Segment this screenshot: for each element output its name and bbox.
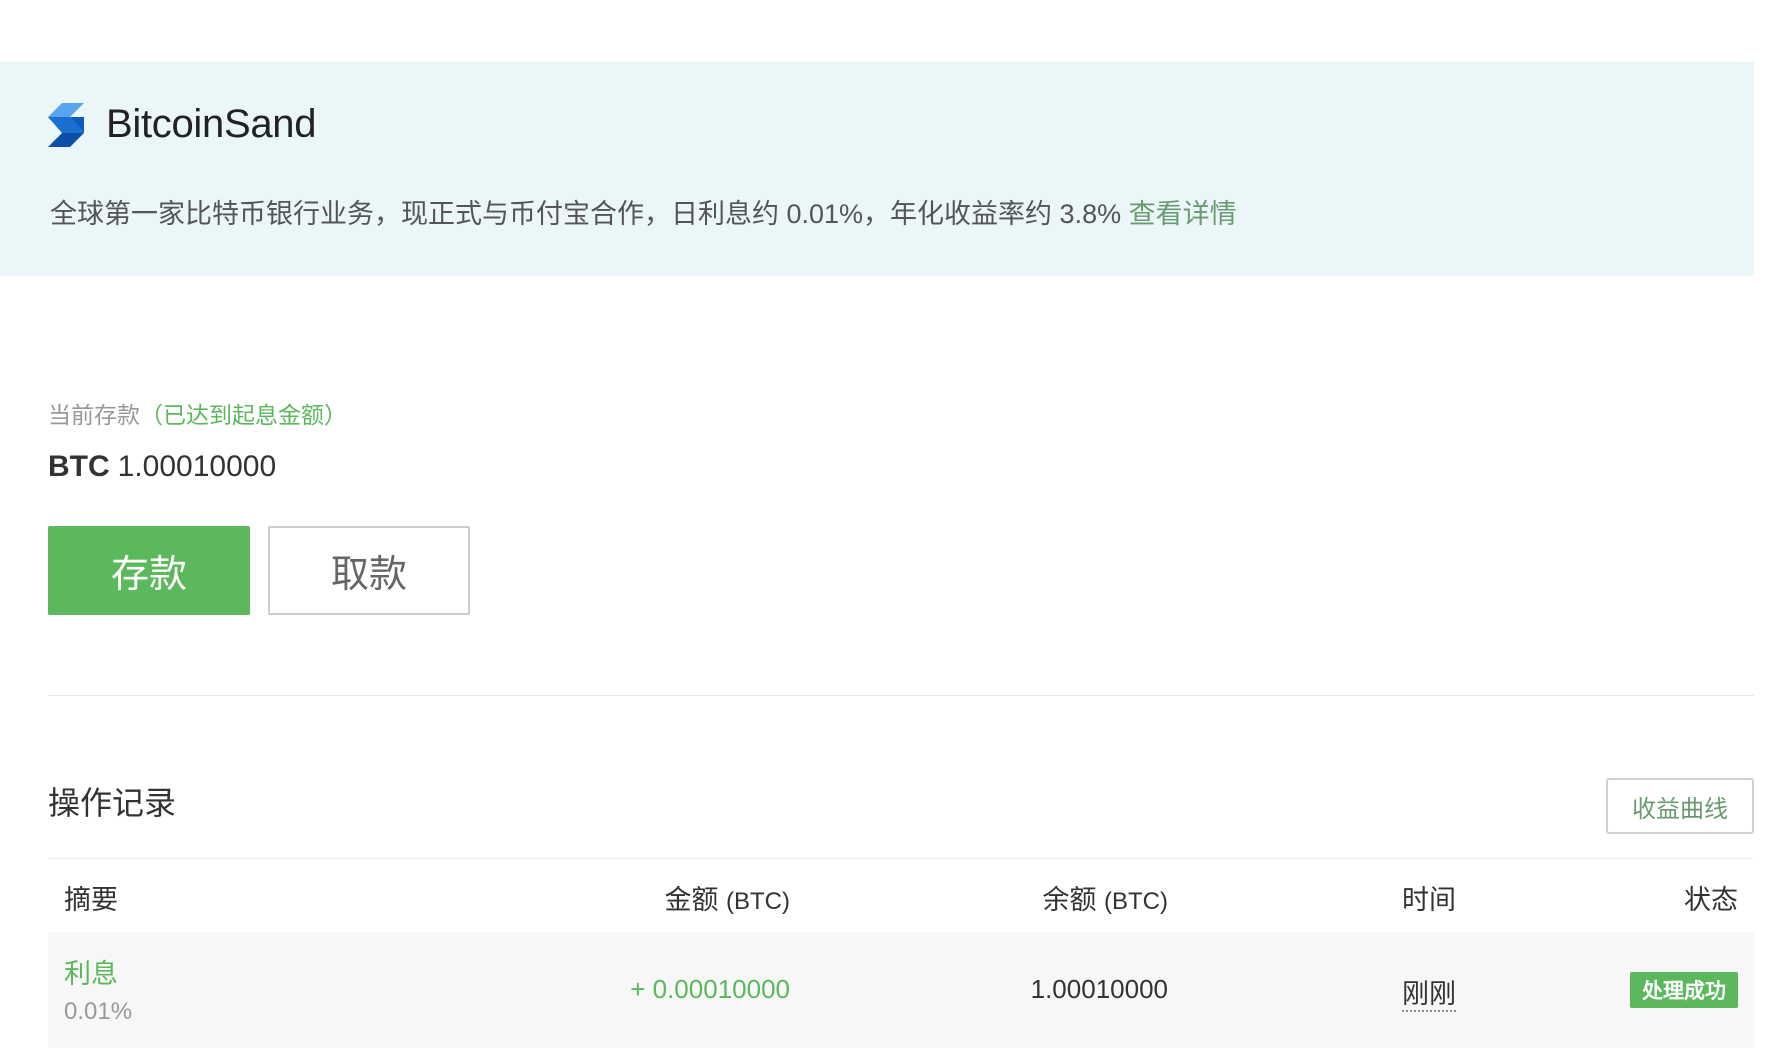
deposit-label-text: 当前存款	[48, 402, 140, 428]
amount-header-unit: (BTC)	[726, 888, 790, 915]
row-type[interactable]: 利息	[64, 952, 118, 991]
withdraw-button[interactable]: 取款	[268, 526, 470, 615]
balance-amount: 1.00010000	[117, 450, 277, 483]
earnings-curve-button[interactable]: 收益曲线	[1606, 778, 1754, 834]
row-time-text: 刚刚	[1402, 979, 1456, 1012]
column-header-amount: 金额 (BTC)	[665, 878, 791, 917]
promo-banner: BitcoinSand 全球第一家比特币银行业务，现正式与币付宝合作，日利息约 …	[0, 62, 1754, 276]
column-header-time: 时间	[1402, 885, 1456, 915]
balance-header-label: 余额	[1042, 885, 1097, 915]
deposit-button[interactable]: 存款	[48, 526, 250, 615]
section-divider	[48, 695, 1754, 696]
column-header-status: 状态	[1684, 885, 1738, 915]
details-link[interactable]: 查看详情	[1129, 199, 1237, 229]
brand-name: BitcoinSand	[106, 102, 317, 146]
row-time: 刚刚	[1400, 972, 1458, 1012]
deposit-status-text: （已达到起息金额）	[140, 402, 347, 428]
deposit-balance: BTC 1.00010000	[48, 450, 276, 484]
status-badge: 处理成功	[1630, 972, 1738, 1008]
current-deposit-label: 当前存款（已达到起息金额）	[48, 396, 347, 430]
balance-currency: BTC	[48, 450, 110, 483]
bitcoinsand-logo-icon	[48, 102, 84, 147]
brand[interactable]: BitcoinSand	[48, 102, 316, 147]
page: BitcoinSand 全球第一家比特币银行业务，现正式与币付宝合作，日利息约 …	[0, 0, 1788, 1048]
table-row: 利息 0.01% + 0.00010000 1.00010000 刚刚 处理成功	[48, 932, 1754, 1048]
row-balance: 1.00010000	[1030, 974, 1168, 1004]
column-header-summary: 摘要	[64, 885, 118, 915]
banner-tagline: 全球第一家比特币银行业务，现正式与币付宝合作，日利息约 0.01%，年化收益率约…	[50, 192, 1237, 231]
column-header-balance: 余额 (BTC)	[1043, 878, 1169, 917]
records-title: 操作记录	[48, 785, 177, 821]
table-top-divider	[48, 858, 1754, 859]
tagline-text: 全球第一家比特币银行业务，现正式与币付宝合作，日利息约 0.01%，年化收益率约…	[50, 199, 1129, 229]
balance-header-unit: (BTC)	[1104, 888, 1168, 915]
row-amount: + 0.00010000	[630, 974, 790, 1004]
amount-header-label: 金额	[664, 885, 719, 915]
row-rate: 0.01%	[64, 998, 133, 1025]
